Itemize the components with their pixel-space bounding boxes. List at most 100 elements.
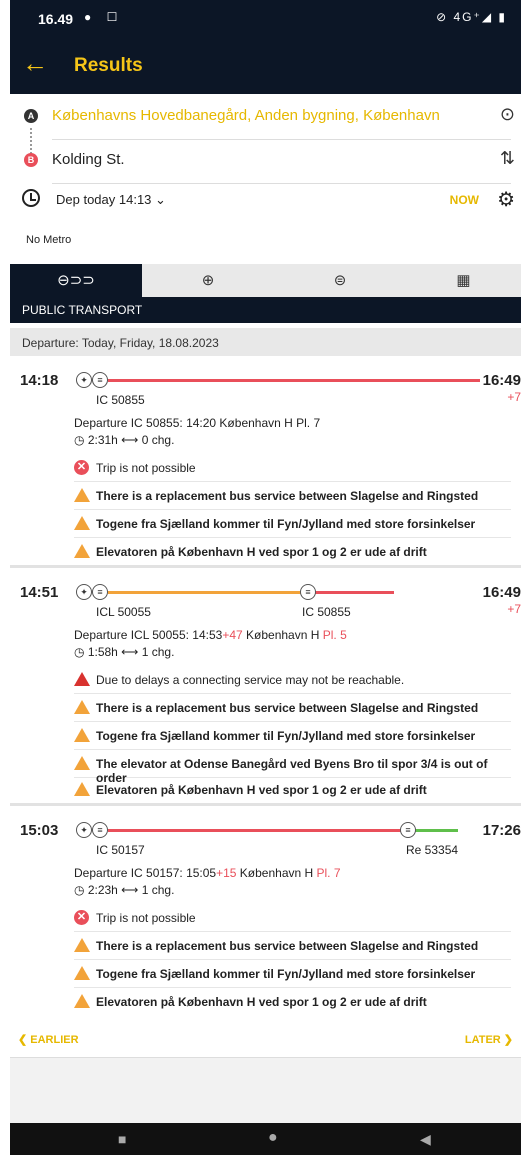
page-title: Results bbox=[74, 55, 143, 76]
warning-icon bbox=[74, 938, 90, 952]
duration: ◷ 2:31h ⟷ 0 chg. bbox=[74, 433, 175, 447]
tab-more[interactable]: ▦ bbox=[406, 264, 521, 297]
home-icon[interactable]: ● bbox=[268, 1129, 278, 1147]
now-button[interactable]: NOW bbox=[450, 193, 479, 207]
trip-card[interactable]: 15:03 ✦ ≡ ≡ 17:26 IC 50157 Re 53354 Depa… bbox=[10, 808, 521, 1020]
recent-apps-icon[interactable]: ■ bbox=[118, 1131, 126, 1147]
divider bbox=[10, 565, 521, 568]
to-field[interactable]: Kolding St. bbox=[52, 151, 125, 168]
tab-car[interactable]: ⊕ bbox=[142, 264, 274, 297]
bottom-spacer bbox=[10, 1057, 521, 1123]
message-text: Togene fra Sjælland kommer til Fyn/Jylla… bbox=[96, 967, 476, 981]
walk-icon: ✦ bbox=[76, 372, 92, 388]
message-item: ✕ Trip is not possible bbox=[74, 904, 511, 932]
date-header: Departure: Today, Friday, 18.08.2023 bbox=[10, 328, 521, 356]
notification-icons: ● ☐ bbox=[84, 10, 124, 24]
error-icon: ✕ bbox=[74, 460, 89, 475]
departure-row: Dep today 14:13 ⌄ NOW ⚙ bbox=[10, 184, 521, 218]
departure-time: 14:18 bbox=[20, 372, 59, 389]
detail-text: Departure IC 50157: 15:05 bbox=[74, 866, 217, 880]
grid-icon: ▦ bbox=[456, 272, 471, 289]
bike-icon: ⊜ bbox=[333, 272, 347, 289]
warning-icon bbox=[74, 728, 90, 742]
duration-text: 2:31h ⟷ 0 chg. bbox=[87, 433, 175, 447]
tab-public-transport[interactable]: ⊖⊃⊃ bbox=[10, 264, 142, 297]
message-item: ✕ Trip is not possible bbox=[74, 454, 511, 482]
message-text: Elevatoren på København H ved spor 1 og … bbox=[96, 995, 427, 1009]
error-icon: ✕ bbox=[74, 910, 89, 925]
message-text: There is a replacement bus service betwe… bbox=[96, 939, 479, 953]
detail-station: København H bbox=[242, 628, 323, 642]
status-time: 16.49 bbox=[38, 11, 74, 27]
message-text: Elevatoren på København H ved spor 1 og … bbox=[96, 783, 427, 797]
destination-pin-icon: B bbox=[24, 153, 38, 167]
train-icon: ≡ bbox=[92, 372, 108, 388]
earlier-button[interactable]: ❮ EARLIER bbox=[18, 1033, 79, 1046]
train-icon: ≡ bbox=[300, 584, 316, 600]
settings-gear-icon[interactable]: ⚙ bbox=[497, 187, 515, 212]
arrival-time: 17:26 bbox=[482, 822, 521, 839]
from-row[interactable]: A Københavns Hovedbanegård, Anden bygnin… bbox=[10, 100, 521, 140]
divider bbox=[52, 139, 511, 140]
message-item: Elevatoren på København H ved spor 1 og … bbox=[74, 538, 511, 566]
detail-text: Departure IC 50855: 14:20 København H Pl… bbox=[74, 416, 321, 430]
duration: ◷ 2:23h ⟷ 1 chg. bbox=[74, 883, 175, 897]
departure-time: 15:03 bbox=[20, 822, 59, 839]
signal-battery-icons: ⊘ 4G⁺◢ ▮ bbox=[436, 10, 507, 24]
message-item: Togene fra Sjælland kommer til Fyn/Jylla… bbox=[74, 960, 511, 988]
to-row[interactable]: B Kolding St. ⇅ bbox=[10, 144, 521, 184]
pager: ❮ EARLIER LATER ❯ bbox=[10, 1024, 521, 1054]
back-arrow-icon[interactable]: ← bbox=[22, 48, 48, 79]
later-button[interactable]: LATER ❯ bbox=[465, 1033, 513, 1046]
detail-station: København H bbox=[236, 866, 317, 880]
back-icon[interactable]: ◀ bbox=[420, 1131, 431, 1148]
warning-icon bbox=[74, 994, 90, 1008]
car-icon: ⊕ bbox=[201, 272, 215, 289]
walk-icon: ✦ bbox=[76, 584, 92, 600]
arrival-time: 16:49 bbox=[482, 372, 521, 389]
tab-bike[interactable]: ⊜ bbox=[274, 264, 406, 297]
departure-detail: Departure IC 50157: 15:05+15 København H… bbox=[74, 866, 341, 880]
arrival-time: 16:49 bbox=[482, 584, 521, 601]
leg-line bbox=[308, 591, 394, 594]
swap-icon[interactable]: ⇅ bbox=[500, 148, 515, 169]
duration-text: 1:58h ⟷ 1 chg. bbox=[87, 645, 175, 659]
trip-card[interactable]: 14:18 ✦ ≡ 16:49 +7 IC 50855 Departure IC… bbox=[10, 358, 521, 568]
message-item: Togene fra Sjælland kommer til Fyn/Jylla… bbox=[74, 510, 511, 538]
locate-icon[interactable]: ⊙ bbox=[500, 104, 515, 125]
walk-icon: ✦ bbox=[76, 822, 92, 838]
train-label: IC 50855 bbox=[96, 393, 145, 407]
status-bar: 16.49 ● ☐ ⊘ 4G⁺◢ ▮ bbox=[10, 0, 521, 38]
duration: ◷ 1:58h ⟷ 1 chg. bbox=[74, 645, 175, 659]
message-text: There is a replacement bus service betwe… bbox=[96, 701, 479, 715]
departure-detail: Departure ICL 50055: 14:53+47 København … bbox=[74, 628, 347, 642]
departure-time-selector[interactable]: Dep today 14:13 ⌄ bbox=[56, 192, 166, 208]
warning-icon bbox=[74, 782, 90, 796]
detail-text: Departure ICL 50055: 14:53 bbox=[74, 628, 223, 642]
message-text: Elevatoren på København H ved spor 1 og … bbox=[96, 545, 427, 559]
active-tab-label: PUBLIC TRANSPORT bbox=[10, 297, 521, 323]
message-item: Togene fra Sjælland kommer til Fyn/Jylla… bbox=[74, 722, 511, 750]
warning-icon bbox=[74, 700, 90, 714]
message-text: Togene fra Sjælland kommer til Fyn/Jylla… bbox=[96, 517, 476, 531]
duration-text: 2:23h ⟷ 1 chg. bbox=[87, 883, 175, 897]
divider bbox=[10, 803, 521, 806]
warning-icon bbox=[74, 488, 90, 502]
clock-icon bbox=[22, 189, 40, 207]
from-field[interactable]: Københavns Hovedbanegård, Anden bygning,… bbox=[52, 107, 440, 124]
message-item: Due to delays a connecting service may n… bbox=[74, 666, 511, 694]
train-icon: ⊖⊃⊃ bbox=[57, 272, 95, 289]
train-label: IC 50855 bbox=[302, 605, 351, 619]
departure-detail: Departure IC 50855: 14:20 København H Pl… bbox=[74, 416, 320, 430]
trip-card[interactable]: 14:51 ✦ ≡ ≡ 16:49 +7 ICL 50055 IC 50855 … bbox=[10, 570, 521, 806]
arrival-delay: +7 bbox=[507, 602, 521, 616]
arrival-delay: +7 bbox=[507, 390, 521, 404]
message-text: Trip is not possible bbox=[96, 911, 196, 925]
leg-line bbox=[108, 591, 308, 594]
search-panel: A Københavns Hovedbanegård, Anden bygnin… bbox=[10, 94, 521, 264]
system-nav-bar: ■ ● ◀ bbox=[10, 1123, 521, 1155]
detail-delay: +15 bbox=[216, 866, 237, 880]
warning-icon bbox=[74, 544, 90, 558]
message-text: Due to delays a connecting service may n… bbox=[96, 673, 405, 687]
alert-icon bbox=[74, 672, 90, 686]
